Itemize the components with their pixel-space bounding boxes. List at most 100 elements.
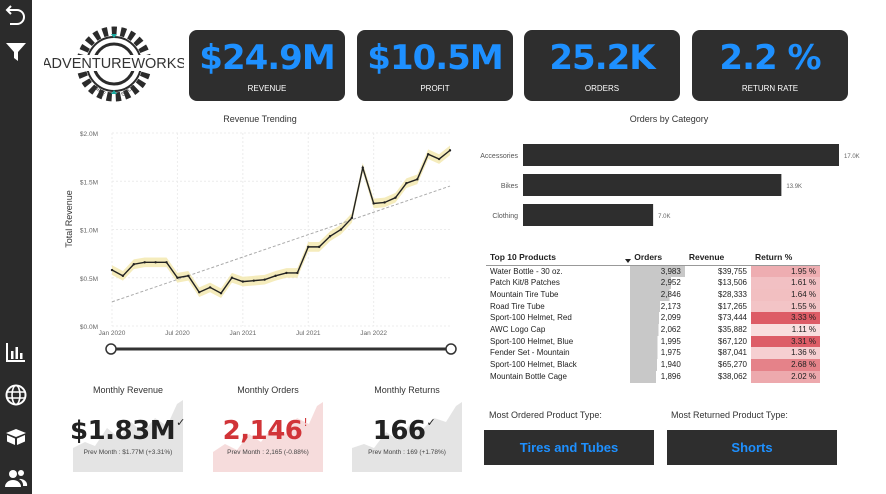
users-icon[interactable] — [4, 466, 28, 490]
back-icon[interactable] — [4, 5, 28, 29]
revenue-cell: $28,333 — [718, 289, 747, 299]
x-tick-label: Jul 2021 — [296, 330, 321, 337]
header-revenue[interactable]: Revenue — [684, 249, 751, 266]
revenue-point[interactable] — [198, 291, 201, 294]
globe-icon[interactable] — [4, 383, 28, 407]
revenue-point[interactable] — [132, 263, 136, 266]
monthly-returns-number: 166 — [372, 416, 426, 446]
revenue-point[interactable] — [416, 178, 419, 181]
kpi-revenue[interactable]: $24.9M REVENUE — [189, 30, 345, 101]
header-product[interactable]: Top 10 Products — [486, 249, 631, 266]
boxes-icon[interactable] — [4, 424, 28, 448]
monthly-revenue-prev: Prev Month : $1.77M (+3.31%) — [83, 449, 173, 456]
bar-data-label: 7.0K — [658, 214, 670, 220]
table-row[interactable]: Mountain Bottle Cage 1,896 $38,062 2.02 % — [486, 370, 820, 383]
revenue-point[interactable] — [263, 278, 266, 281]
slider-start-handle[interactable] — [105, 343, 117, 355]
revenue-point[interactable] — [361, 166, 364, 169]
category-bar[interactable] — [523, 204, 654, 226]
return-rate-cell: 1.95 % — [750, 265, 820, 278]
header-orders[interactable]: Orders — [630, 249, 685, 266]
revenue-point[interactable] — [110, 268, 114, 272]
y-tick-label: $1.0M — [80, 228, 98, 235]
slider-end-handle[interactable] — [445, 343, 457, 355]
revenue-point[interactable] — [328, 235, 332, 238]
y-tick-label: $2.0M — [80, 131, 98, 138]
most-ordered-value[interactable]: Tires and Tubes — [484, 430, 654, 465]
revenue-point[interactable] — [285, 271, 288, 275]
most-returned-value[interactable]: Shorts — [667, 430, 837, 465]
table-row[interactable]: Fender Set - Mountain 1,975 $87,041 1.36 % — [486, 347, 820, 360]
orders-cell: 2,952 — [630, 277, 685, 289]
category-label: Accessories — [480, 153, 518, 160]
product-name-cell: Mountain Tire Tube — [490, 289, 559, 299]
kpi-orders[interactable]: 25.2K ORDERS — [524, 30, 680, 101]
x-tick-label: Jan 2021 — [229, 330, 256, 337]
revenue-trending-chart[interactable]: Total Revenue $0.0M $0.5M $1.0M $1.5M $2.0M J… — [60, 126, 456, 338]
table-row[interactable]: Road Tire Tube 2,173 $17,265 1.55 % — [486, 300, 820, 313]
revenue-point[interactable] — [372, 202, 375, 205]
revenue-point[interactable] — [394, 196, 397, 199]
revenue-point[interactable] — [241, 280, 245, 283]
revenue-point[interactable] — [143, 261, 146, 264]
revenue-point[interactable] — [219, 291, 223, 295]
revenue-cell: $67,120 — [718, 336, 747, 346]
kpi-return-rate-value: 2.2 % — [719, 38, 821, 78]
revenue-point[interactable] — [208, 286, 212, 289]
revenue-point[interactable] — [448, 149, 452, 152]
orders-by-category-chart[interactable]: Accessories 17.0K Bikes 13.9K Clothing 7.0K — [468, 136, 878, 234]
header-return[interactable]: Return % — [750, 249, 820, 266]
revenue-point[interactable] — [339, 228, 343, 231]
top-10-products-table[interactable]: Top 10 Products Orders Revenue Return % … — [486, 249, 820, 383]
orders-cell: 2,173 — [630, 300, 685, 313]
category-bar[interactable] — [523, 144, 839, 166]
revenue-cell: $87,041 — [718, 348, 747, 358]
product-name-cell: Mountain Bottle Cage — [490, 371, 567, 381]
category-label: Clothing — [492, 213, 518, 220]
revenue-point[interactable] — [121, 274, 125, 278]
table-row[interactable]: Patch Kit/8 Patches 2,952 $13,506 1.61 % — [486, 277, 820, 289]
kpi-profit-value: $10.5M — [367, 38, 503, 78]
category-bar[interactable] — [523, 174, 782, 196]
revenue-point[interactable] — [230, 276, 234, 279]
monthly-revenue-value: $1.83M✓ — [70, 416, 185, 446]
date-range-slider[interactable] — [105, 341, 457, 357]
revenue-point[interactable] — [383, 201, 386, 204]
revenue-point[interactable] — [350, 216, 354, 220]
table-row[interactable]: AWC Logo Cap 2,062 $35,882 1.11 % — [486, 324, 820, 336]
filter-icon[interactable] — [4, 40, 28, 64]
kpi-return-rate-label: RETURN RATE — [741, 84, 799, 93]
product-name-cell: Sport-100 Helmet, Red — [490, 313, 572, 323]
table-row[interactable]: Sport-100 Helmet, Black 1,940 $65,270 2.68 … — [486, 359, 820, 371]
return-rate-cell: 2.68 % — [750, 359, 820, 371]
revenue-point[interactable] — [437, 157, 441, 161]
revenue-cell: $17,265 — [718, 301, 747, 311]
revenue-point[interactable] — [165, 261, 168, 264]
revenue-point[interactable] — [154, 261, 157, 264]
revenue-point[interactable] — [274, 274, 277, 278]
revenue-point[interactable] — [405, 181, 408, 185]
revenue-point[interactable] — [296, 271, 299, 275]
revenue-point[interactable] — [307, 245, 310, 249]
bar-chart-icon[interactable] — [4, 340, 28, 364]
revenue-point[interactable] — [426, 153, 430, 156]
most-ordered-label: Most Ordered Product Type: — [489, 410, 602, 420]
category-label: Bikes — [501, 183, 519, 190]
revenue-point[interactable] — [252, 279, 255, 282]
revenue-point[interactable] — [317, 245, 321, 249]
sort-desc-icon[interactable] — [625, 259, 631, 264]
kpi-profit[interactable]: $10.5M PROFIT — [357, 30, 513, 101]
table-row[interactable]: Water Bottle - 30 oz. 3,983 $39,755 1.95 % — [486, 265, 820, 278]
revenue-point[interactable] — [176, 276, 179, 279]
alert-icon: ! — [303, 416, 308, 429]
revenue-point[interactable] — [187, 274, 190, 278]
product-name-cell: Road Tire Tube — [490, 301, 545, 311]
sidebar-nav — [0, 0, 32, 494]
return-rate-cell: 1.55 % — [750, 300, 820, 313]
kpi-orders-value: 25.2K — [549, 38, 655, 78]
table-row[interactable]: Sport-100 Helmet, Red 2,099 $73,444 3.33 % — [486, 312, 820, 325]
orders-by-category-title: Orders by Category — [629, 114, 709, 124]
kpi-return-rate[interactable]: 2.2 % RETURN RATE — [692, 30, 848, 101]
table-row[interactable]: Sport-100 Helmet, Blue 1,995 $67,120 3.31 % — [486, 335, 820, 348]
table-row[interactable]: Mountain Tire Tube 2,846 $28,333 1.64 % — [486, 288, 820, 301]
